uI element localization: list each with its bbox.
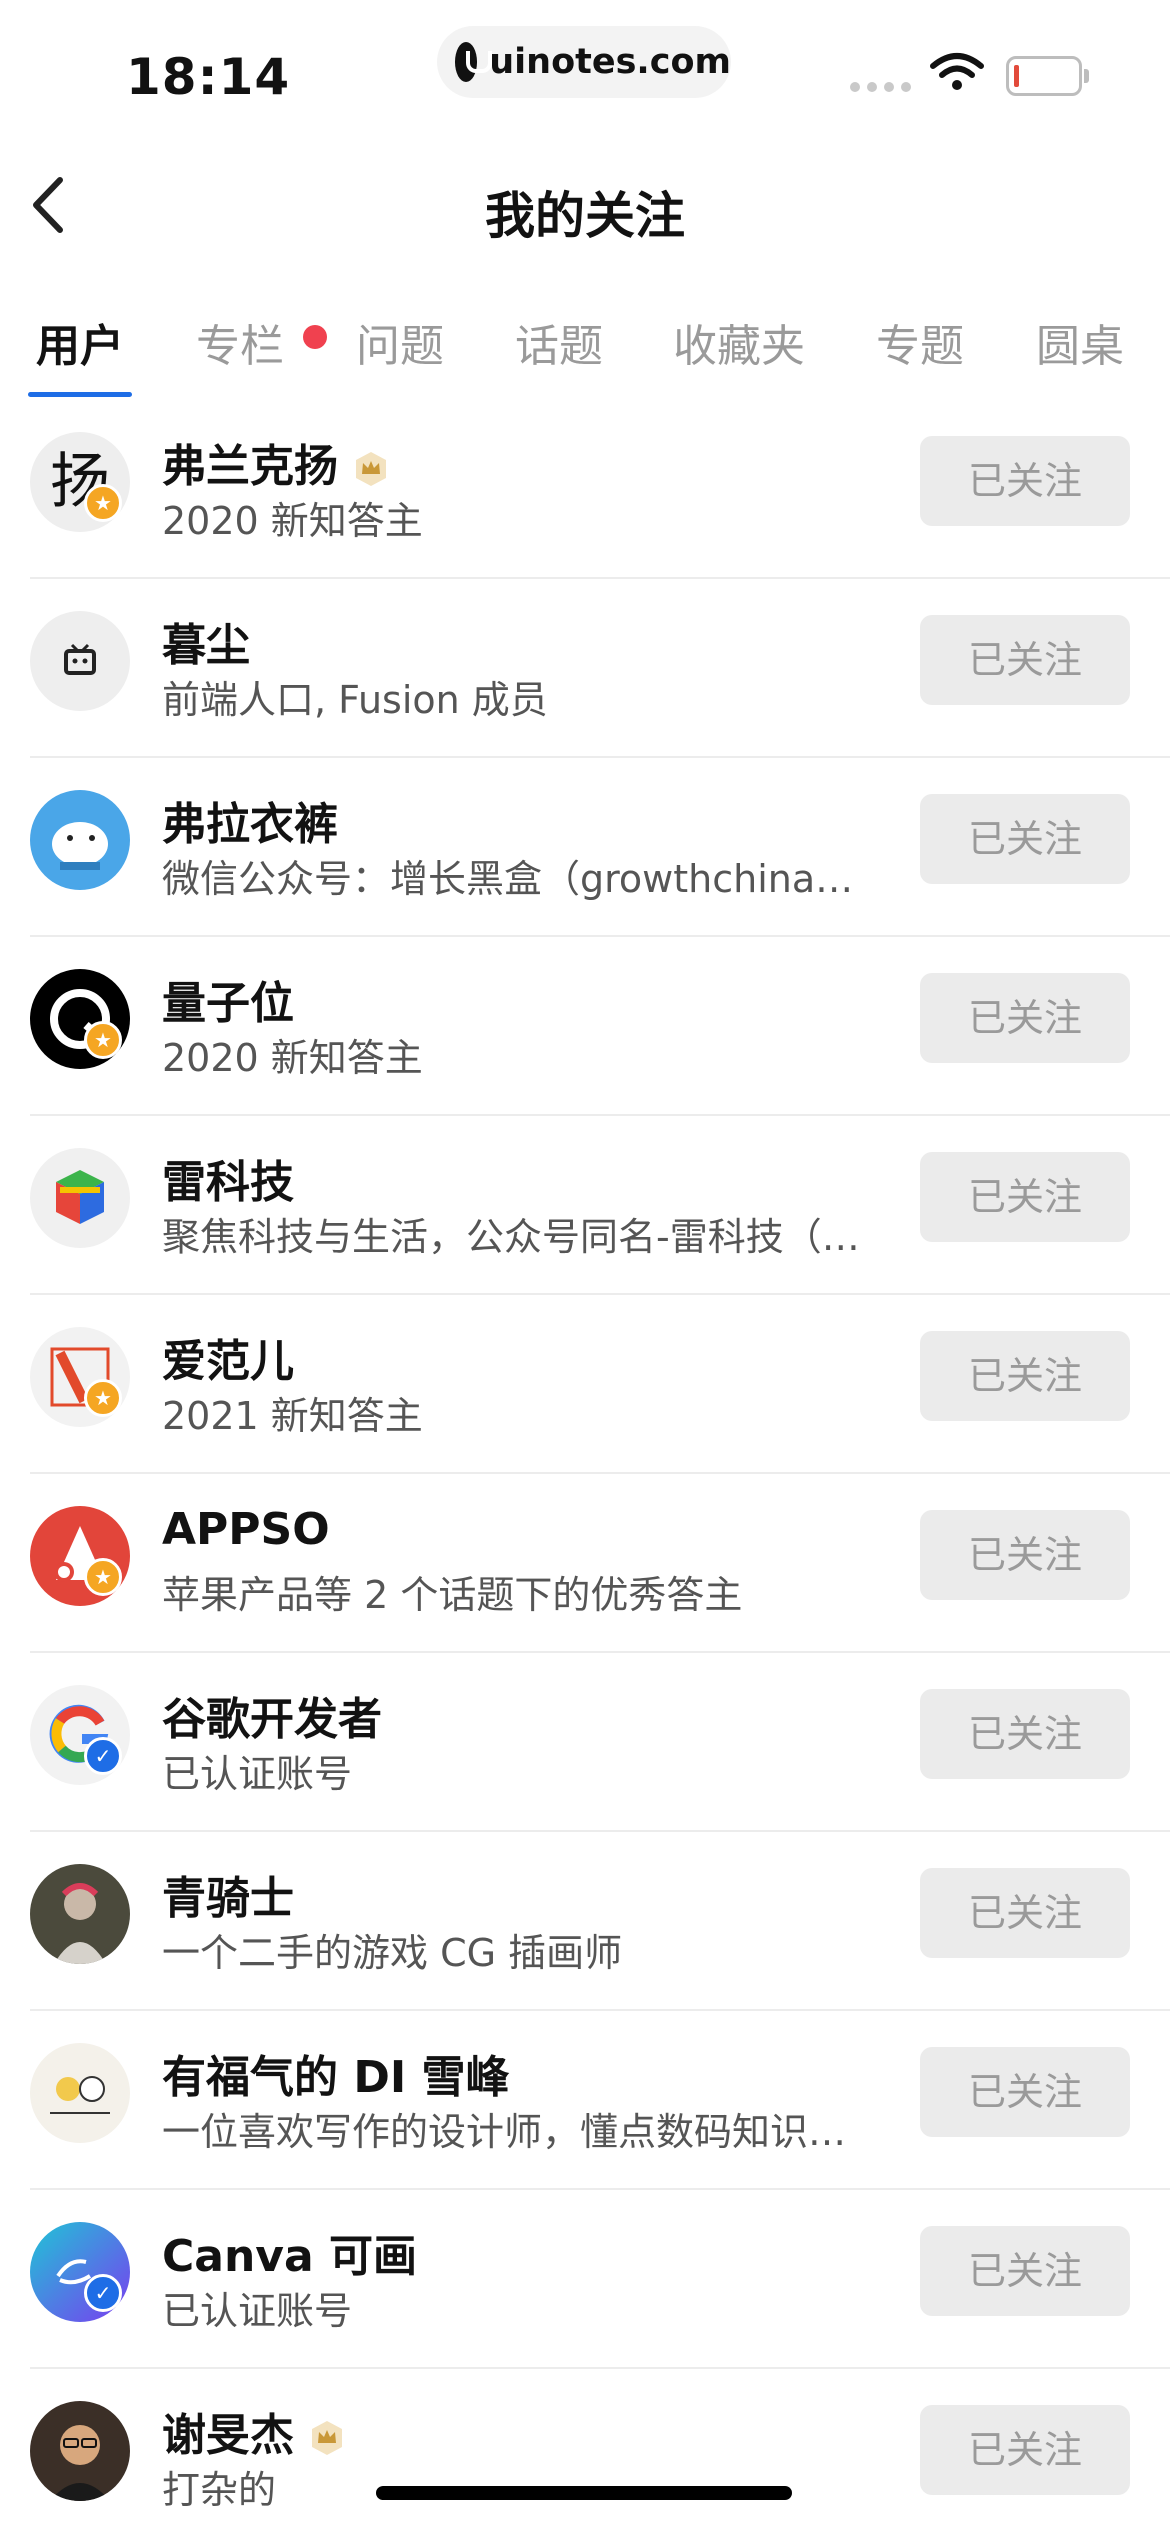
followed-button[interactable]: 已关注 [920,1510,1130,1600]
verified-star-icon: ★ [84,1021,122,1059]
site-logo-icon [455,42,493,82]
tab-questions[interactable]: 问题 [356,310,444,374]
avatar[interactable] [30,2043,130,2143]
list-item[interactable]: ★ 爱范儿 2021 新知答主 已关注 [0,1295,1170,1474]
user-description: 2020 新知答主 [162,1036,423,1080]
followed-button[interactable]: 已关注 [920,1868,1130,1958]
user-description: 2020 新知答主 [162,499,423,543]
user-list: 扬 ★ 弗兰克扬 2020 新知答主 已关注 暮尘 前端人口, Fusion 成… [0,400,1170,2548]
tab-specials[interactable]: 专题 [876,310,964,374]
crown-icon [356,452,386,486]
verified-star-icon: ★ [84,1558,122,1596]
followed-button[interactable]: 已关注 [920,794,1130,884]
url-text: uinotes.com [489,42,731,82]
list-item[interactable]: ★ 量子位 2020 新知答主 已关注 [0,937,1170,1116]
avatar[interactable] [30,1148,130,1248]
user-description: 微信公众号：增长黑盒（growthchina… [162,857,854,901]
user-name-text: 谢旻杰 [162,2410,294,2461]
tab-columns[interactable]: 专栏 [196,310,284,374]
user-name[interactable]: 雷科技 [162,1146,294,1210]
followed-button[interactable]: 已关注 [920,1689,1130,1779]
user-name[interactable]: 青骑士 [162,1862,294,1926]
followed-button[interactable]: 已关注 [920,1331,1130,1421]
tab-roundtable[interactable]: 圆桌 [1036,310,1124,374]
user-description: 聚焦科技与生活，公众号同名-雷科技（… [162,1215,860,1259]
user-description: 已认证账号 [162,1752,353,1796]
followed-button[interactable]: 已关注 [920,2405,1130,2495]
status-time: 18:14 [126,48,291,106]
tab-bar: 用户 专栏 问题 话题 收藏夹 专题 圆桌 [0,300,1170,400]
user-description: 已认证账号 [162,2289,353,2333]
user-name[interactable]: APPSO [162,1504,330,1555]
list-item[interactable]: ✓ 谷歌开发者 已认证账号 已关注 [0,1653,1170,1832]
user-name[interactable]: 弗拉衣裤 [162,788,338,852]
list-item[interactable]: 扬 ★ 弗兰克扬 2020 新知答主 已关注 [0,400,1170,579]
user-description: 苹果产品等 2 个话题下的优秀答主 [162,1573,743,1617]
list-item[interactable]: 雷科技 聚焦科技与生活，公众号同名-雷科技（… 已关注 [0,1116,1170,1295]
user-name[interactable]: 量子位 [162,967,294,1031]
list-item[interactable]: 有福气的 DI 雪峰 一位喜欢写作的设计师，懂点数码知识… 已关注 [0,2011,1170,2190]
avatar[interactable] [30,2401,130,2501]
user-description: 一位喜欢写作的设计师，懂点数码知识… [162,2110,847,2154]
crown-icon [312,2421,342,2455]
tab-favorites[interactable]: 收藏夹 [673,310,805,374]
url-pill[interactable]: uinotes.com [437,26,731,98]
avatar[interactable] [30,611,130,711]
cellular-signal-icon [850,82,911,92]
avatar[interactable] [30,1864,130,1964]
list-item[interactable]: 暮尘 前端人口, Fusion 成员 已关注 [0,579,1170,758]
list-item[interactable]: 谢旻杰 打杂的 已关注 [0,2369,1170,2548]
followed-button[interactable]: 已关注 [920,973,1130,1063]
verified-check-icon: ✓ [84,2274,122,2312]
verified-check-icon: ✓ [84,1737,122,1775]
list-item[interactable]: ✓ Canva 可画 已认证账号 已关注 [0,2190,1170,2369]
wifi-icon [930,53,984,90]
home-indicator [376,2486,792,2500]
tab-users[interactable]: 用户 [36,310,124,374]
avatar[interactable] [30,790,130,890]
active-tab-indicator [28,392,132,397]
followed-button[interactable]: 已关注 [920,615,1130,705]
list-item[interactable]: ★ APPSO 苹果产品等 2 个话题下的优秀答主 已关注 [0,1474,1170,1653]
user-name[interactable]: 谢旻杰 [162,2399,346,2463]
user-name[interactable]: 有福气的 DI 雪峰 [162,2041,510,2105]
user-name[interactable]: 爱范儿 [162,1325,294,1389]
user-description: 前端人口, Fusion 成员 [162,678,548,722]
battery-icon [1006,56,1089,96]
list-item[interactable]: 弗拉衣裤 微信公众号：增长黑盒（growthchina… 已关注 [0,758,1170,937]
followed-button[interactable]: 已关注 [920,436,1130,526]
user-name[interactable]: 暮尘 [162,609,250,673]
unread-dot [303,325,327,349]
user-name[interactable]: 弗兰克扬 [162,430,390,494]
tab-topics[interactable]: 话题 [515,310,603,374]
followed-button[interactable]: 已关注 [920,1152,1130,1242]
followed-button[interactable]: 已关注 [920,2226,1130,2316]
user-name[interactable]: Canva 可画 [162,2220,417,2284]
list-item[interactable]: 青骑士 一个二手的游戏 CG 插画师 已关注 [0,1832,1170,2011]
user-description: 一个二手的游戏 CG 插画师 [162,1931,623,1975]
page-title: 我的关注 [485,187,685,245]
user-name[interactable]: 谷歌开发者 [162,1683,382,1747]
verified-star-icon: ★ [84,484,122,522]
user-name-text: 弗兰克扬 [162,441,338,492]
status-bar: 18:14 uinotes.com [0,0,1170,140]
verified-star-icon: ★ [84,1379,122,1417]
user-description: 2021 新知答主 [162,1394,423,1438]
followed-button[interactable]: 已关注 [920,2047,1130,2137]
